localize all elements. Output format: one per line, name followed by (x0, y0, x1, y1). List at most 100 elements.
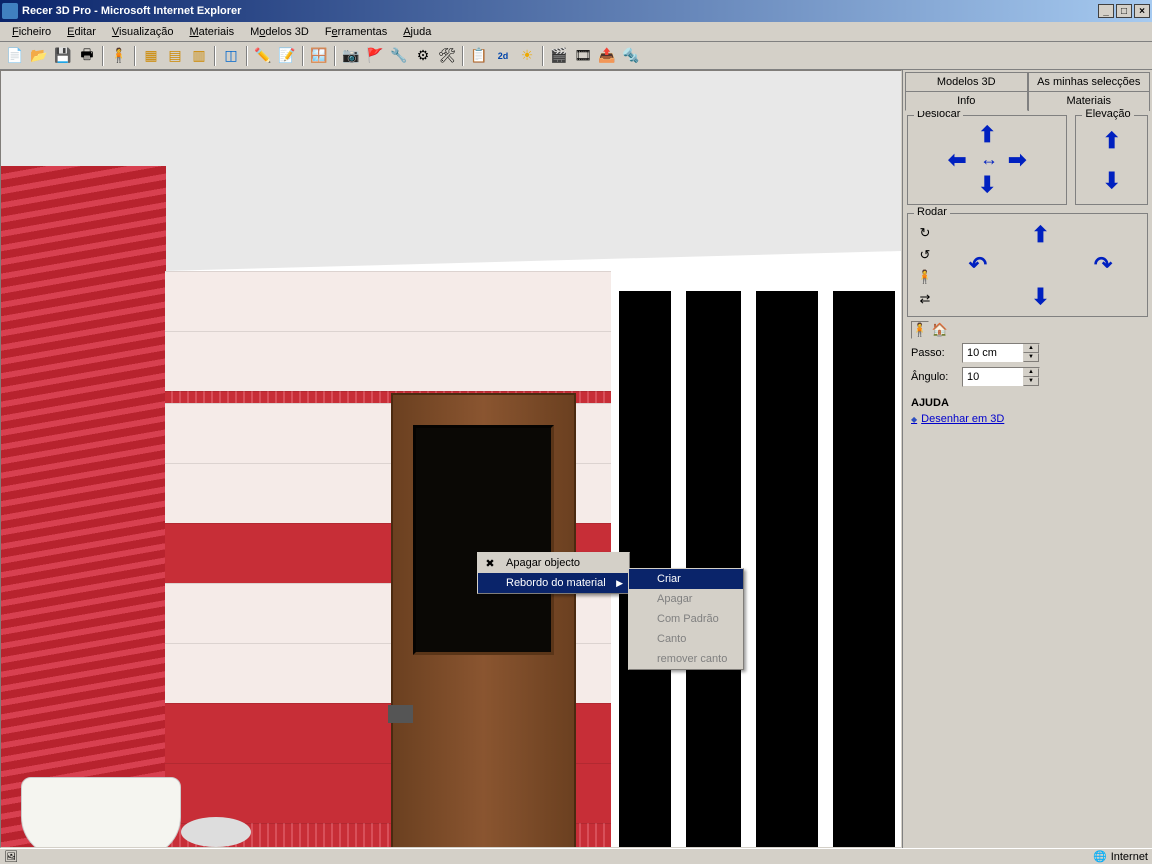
ctx-sub-com-padrao: Com Padrão (629, 609, 743, 629)
2d-icon[interactable]: 2d (492, 45, 514, 67)
rot-down-icon[interactable]: ⬇ (1031, 284, 1049, 310)
camera-icon[interactable]: 📷 (340, 45, 362, 67)
angulo-label: Ângulo: (911, 371, 956, 383)
menu-ajuda[interactable]: Ajuda (395, 24, 439, 40)
group-label: Rodar (914, 206, 950, 218)
help-header: AJUDA (911, 397, 1144, 409)
menu-materiais[interactable]: Materiais (181, 24, 242, 40)
close-button[interactable]: × (1134, 4, 1150, 18)
spin-down-icon[interactable]: ▼ (1023, 353, 1039, 362)
person-icon[interactable]: 🧍 (108, 45, 130, 67)
ctx-rebordo-material[interactable]: Rebordo do material ▶ (478, 573, 629, 593)
title-bar: Recer 3D Pro - Microsoft Internet Explor… (0, 0, 1152, 22)
ctx-item-label: Apagar (657, 593, 692, 605)
edit-icon[interactable]: 📝 (276, 45, 298, 67)
move-left-icon[interactable]: ⬅ (948, 147, 966, 173)
ctx-item-label: Com Padrão (657, 613, 719, 625)
group-label: Elevação (1082, 108, 1133, 120)
sun-icon[interactable]: ☀ (516, 45, 538, 67)
context-menu: ✖ Apagar objecto Rebordo do material ▶ (477, 552, 630, 594)
group-elevacao: Elevação ⬆ ⬇ (1075, 115, 1148, 205)
elev-down-icon[interactable]: ⬇ (1102, 168, 1120, 194)
rot-left-icon[interactable]: ↶ (969, 252, 987, 278)
group-deslocar: Deslocar ⬆ ⬅ ↔ ➡ ⬇ (907, 115, 1067, 205)
toolbar: 📄 📂 💾 🖶 🧍 ▦ ▤ ▥ ◫ ✏️ 📝 🪟 📷 🚩 🔧 ⚙ 🛠 📋 2d … (0, 42, 1152, 70)
menu-ficheiro[interactable]: Ficheiro (4, 24, 59, 40)
print-icon[interactable]: 🖶 (76, 45, 98, 67)
movie-icon[interactable]: 🎬 (548, 45, 570, 67)
new-icon[interactable]: 📄 (4, 45, 26, 67)
tool1-icon[interactable]: 🔧 (388, 45, 410, 67)
menu-modelos3d[interactable]: Modelos 3D (242, 24, 317, 40)
status-bar: 🖼 🌐 Internet (0, 848, 1152, 864)
help-link-desenhar-3d[interactable]: Desenhar em 3D (911, 413, 1144, 425)
rot-mode-2-icon[interactable]: ↺ (916, 246, 934, 264)
grid3-icon[interactable]: ▥ (188, 45, 210, 67)
view-person-icon[interactable]: 🧍 (911, 321, 929, 339)
move-center-icon[interactable]: ↔ (980, 149, 994, 170)
ctx-sub-remover-canto: remover canto (629, 649, 743, 669)
passo-input[interactable] (963, 344, 1023, 362)
ctx-sub-canto: Canto (629, 629, 743, 649)
delete-icon: ✖ (482, 557, 498, 570)
pencil-icon[interactable]: ✏️ (252, 45, 274, 67)
rot-right-icon[interactable]: ↷ (1094, 252, 1112, 278)
view-home-icon[interactable]: 🏠 (931, 321, 949, 339)
3d-viewport[interactable]: ✖ Apagar objecto Rebordo do material ▶ C… (0, 70, 902, 848)
window-icon[interactable]: 🪟 (308, 45, 330, 67)
save-icon[interactable]: 💾 (52, 45, 74, 67)
ctx-sub-criar[interactable]: Criar (629, 569, 743, 589)
angulo-input[interactable] (963, 368, 1023, 386)
side-panel: Modelos 3D As minhas selecções Info Mate… (902, 70, 1152, 848)
ctx-item-label: Canto (657, 633, 686, 645)
angulo-spinbox[interactable]: ▲▼ (962, 367, 1040, 387)
settings-icon[interactable]: 🔩 (620, 45, 642, 67)
menu-bar: Ficheiro Editar Visualização Materiais M… (0, 22, 1152, 42)
menu-editar[interactable]: Editar (59, 24, 104, 40)
passo-spinbox[interactable]: ▲▼ (962, 343, 1040, 363)
globe-icon: 🌐 (1093, 850, 1107, 863)
rot-mode-3-icon[interactable]: 🧍 (916, 268, 934, 286)
window-title: Recer 3D Pro - Microsoft Internet Explor… (22, 5, 1098, 17)
grid2-icon[interactable]: ▤ (164, 45, 186, 67)
ctx-sub-apagar: Apagar (629, 589, 743, 609)
minimize-button[interactable]: _ (1098, 4, 1114, 18)
grid1-icon[interactable]: ▦ (140, 45, 162, 67)
status-left: 🖼 (4, 850, 18, 863)
film-icon[interactable]: 🎞 (572, 45, 594, 67)
tab-modelos3d[interactable]: Modelos 3D (905, 72, 1028, 91)
ctx-item-label: remover canto (657, 653, 727, 665)
ctx-apagar-objecto[interactable]: ✖ Apagar objecto (478, 553, 629, 573)
group-rodar: Rodar ↻ ↺ 🧍 ⇄ ⬆ ↶ ↷ ⬇ (907, 213, 1148, 317)
submenu-arrow-icon: ▶ (616, 578, 623, 589)
context-submenu: Criar Apagar Com Padrão Canto remover ca… (628, 568, 744, 670)
elev-up-icon[interactable]: ⬆ (1102, 128, 1120, 154)
tool2-icon[interactable]: ⚙ (412, 45, 434, 67)
move-right-icon[interactable]: ➡ (1008, 147, 1026, 173)
ctx-item-label: Criar (657, 573, 681, 585)
rot-mode-1-icon[interactable]: ↻ (916, 224, 934, 242)
open-icon[interactable]: 📂 (28, 45, 50, 67)
flag-icon[interactable]: 🚩 (364, 45, 386, 67)
maximize-button[interactable]: □ (1116, 4, 1132, 18)
layout-icon[interactable]: ◫ (220, 45, 242, 67)
status-zone: Internet (1111, 851, 1148, 863)
move-up-icon[interactable]: ⬆ (978, 122, 996, 148)
tab-info[interactable]: Info (905, 91, 1028, 111)
menu-ferramentas[interactable]: Ferramentas (317, 24, 395, 40)
move-down-icon[interactable]: ⬇ (978, 172, 996, 198)
menu-visualizacao[interactable]: Visualização (104, 24, 182, 40)
spin-down-icon[interactable]: ▼ (1023, 377, 1039, 386)
passo-label: Passo: (911, 347, 956, 359)
rot-up-icon[interactable]: ⬆ (1031, 222, 1049, 248)
ctx-item-label: Rebordo do material (506, 577, 606, 589)
tab-selecoes[interactable]: As minhas selecções (1028, 72, 1151, 91)
tool3-icon[interactable]: 🛠 (436, 45, 458, 67)
spin-up-icon[interactable]: ▲ (1023, 368, 1039, 377)
app-icon (2, 3, 18, 19)
ctx-item-label: Apagar objecto (506, 557, 580, 569)
spin-up-icon[interactable]: ▲ (1023, 344, 1039, 353)
export-icon[interactable]: 📤 (596, 45, 618, 67)
doc-icon[interactable]: 📋 (468, 45, 490, 67)
rot-mode-4-icon[interactable]: ⇄ (916, 290, 934, 308)
